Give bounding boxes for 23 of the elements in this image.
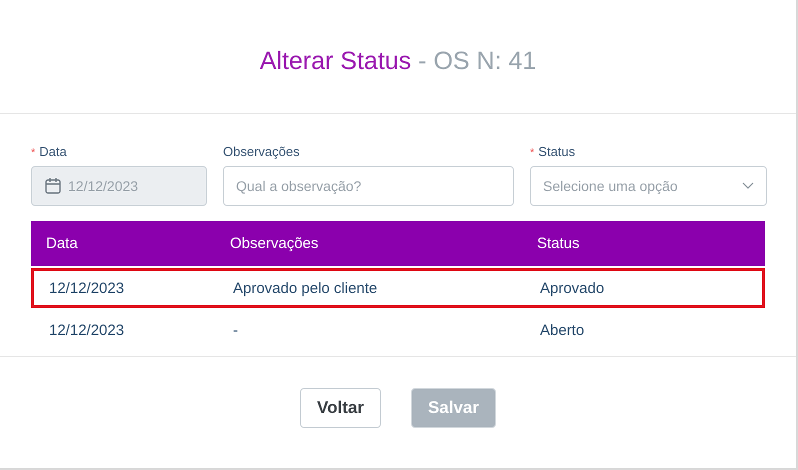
required-mark: * — [31, 147, 36, 159]
chevron-down-icon — [742, 182, 754, 190]
back-button[interactable]: Voltar — [300, 388, 381, 428]
field-label: Observações — [223, 144, 301, 159]
table-row[interactable]: 12/12/2023 - Aberto — [31, 310, 765, 350]
table-cell-text: 12/12/2023 — [49, 280, 126, 296]
input-field[interactable]: Qual a observação? — [223, 166, 514, 206]
field-label: * Data — [31, 144, 68, 159]
table-cell-text: 12/12/2023 — [49, 322, 126, 338]
status-select[interactable]: Selecione uma opção — [530, 166, 767, 206]
table-cell-text: Aprovado pelo cliente — [233, 280, 378, 296]
order-number: - OS N: 41 — [418, 47, 536, 75]
table-cell-text: Aprovado — [540, 280, 606, 296]
table-row[interactable]: 12/12/2023 Aprovado pelo cliente Aprovado — [31, 268, 765, 308]
table-cell-text: - — [233, 322, 239, 338]
column-header: Data — [46, 235, 79, 252]
required-mark: * — [530, 147, 534, 159]
column-header: Observações — [230, 235, 320, 252]
field-label: * Status — [530, 144, 576, 159]
calendar-icon — [44, 177, 62, 195]
table-cell-text: Aberto — [540, 322, 586, 338]
column-header: Status — [537, 235, 581, 252]
modal-title: Alterar Status - OS N: 41 — [260, 47, 536, 76]
